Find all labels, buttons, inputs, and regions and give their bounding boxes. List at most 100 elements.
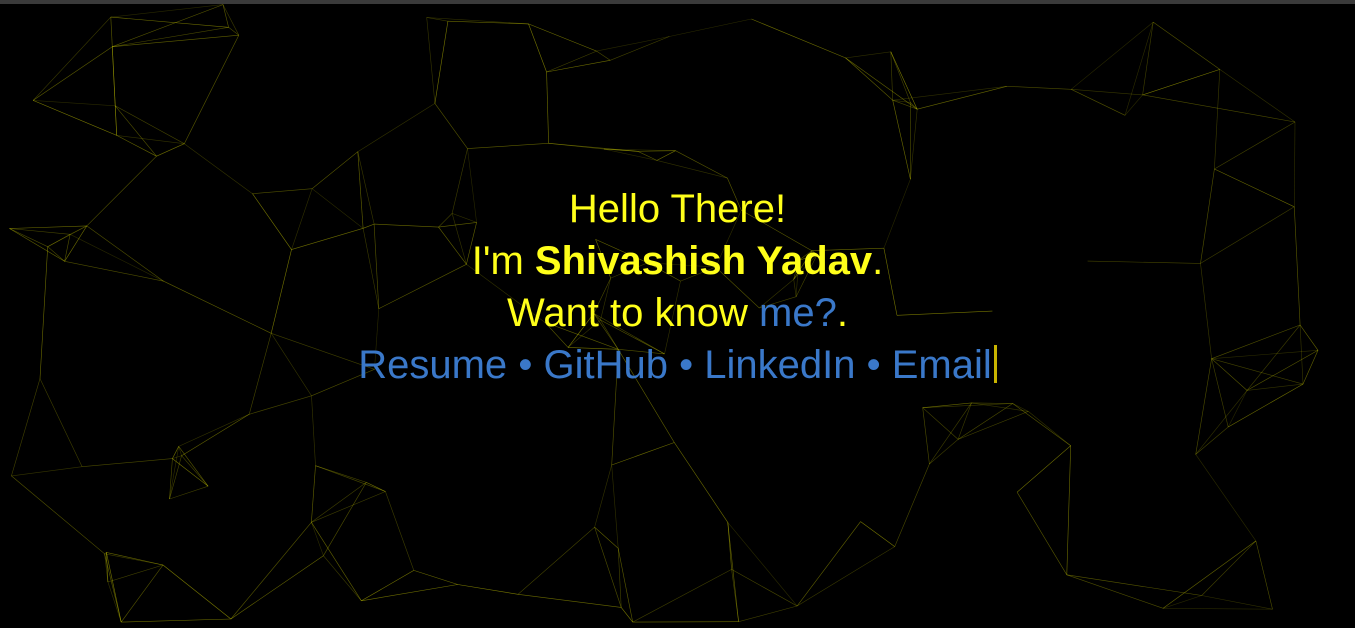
network-edge	[169, 485, 209, 500]
network-edge	[971, 402, 1013, 404]
network-edge	[957, 403, 1013, 440]
network-edge	[385, 491, 415, 571]
network-edge	[546, 50, 597, 73]
network-edge	[922, 407, 930, 465]
network-edge	[890, 51, 911, 103]
network-edge	[116, 135, 157, 157]
network-edge	[1012, 403, 1071, 446]
network-edge	[922, 402, 972, 408]
network-edge	[548, 143, 638, 152]
network-edge	[957, 411, 1029, 440]
network-edge	[413, 570, 458, 585]
network-edge	[1071, 21, 1154, 90]
linkedin-link[interactable]: LinkedIn	[704, 343, 855, 387]
network-edge	[1163, 595, 1202, 609]
network-edge	[656, 160, 728, 179]
resume-link[interactable]: Resume	[358, 343, 507, 387]
network-edge	[11, 378, 41, 476]
question-line: Want to know me?.	[0, 287, 1355, 339]
network-edge	[1201, 540, 1257, 596]
network-edge	[1214, 69, 1221, 170]
question-prefix: Want to know	[507, 291, 759, 335]
network-edge	[222, 4, 240, 36]
network-edge	[1255, 540, 1273, 610]
network-edge	[1153, 21, 1220, 70]
network-edge	[845, 57, 893, 101]
network-edge	[957, 402, 972, 440]
network-edge	[457, 584, 519, 595]
network-edge	[517, 526, 595, 595]
network-edge	[181, 414, 250, 456]
network-edge	[1142, 94, 1296, 123]
network-edge	[32, 100, 117, 136]
network-edge	[890, 51, 893, 101]
network-edge	[751, 18, 846, 59]
name-text: Shivashish Yadav	[534, 239, 873, 283]
network-edge	[107, 564, 164, 583]
network-edge	[426, 17, 529, 25]
network-edge	[922, 407, 959, 440]
network-edge	[1195, 426, 1229, 455]
network-edge	[1201, 595, 1273, 610]
network-edge	[610, 36, 670, 61]
network-edge	[1066, 574, 1164, 609]
network-edge	[311, 491, 386, 523]
network-edge	[112, 34, 239, 47]
network-edge	[434, 21, 449, 104]
network-edge	[1124, 94, 1143, 116]
network-edge	[796, 546, 895, 607]
network-edge	[546, 60, 611, 73]
network-edge	[727, 522, 739, 622]
network-edge	[1162, 540, 1257, 609]
network-edge	[178, 446, 209, 487]
network-edge	[434, 103, 468, 149]
network-edge	[311, 395, 316, 466]
network-edge	[172, 458, 209, 487]
network-edge	[892, 100, 911, 180]
greeting-line: Hello There!	[0, 183, 1355, 235]
network-edge	[39, 378, 83, 467]
network-edge	[1163, 607, 1273, 610]
name-line: I'm Shivashish Yadav.	[0, 235, 1355, 287]
network-edge	[727, 522, 798, 607]
network-edge	[637, 151, 658, 161]
network-edge	[1071, 89, 1126, 116]
email-link[interactable]: Email	[892, 343, 992, 387]
network-edge	[315, 465, 386, 492]
typing-cursor	[993, 345, 997, 383]
network-edge	[738, 605, 798, 622]
network-edge	[594, 464, 612, 528]
github-link[interactable]: GitHub	[543, 343, 668, 387]
network-edge	[311, 522, 324, 556]
network-edge	[357, 103, 436, 152]
network-edge	[323, 555, 362, 601]
network-edge	[596, 36, 670, 52]
network-edge	[731, 569, 739, 622]
network-edge	[121, 618, 231, 623]
network-edge	[230, 555, 324, 620]
network-edge	[222, 4, 229, 28]
greeting-text: Hello There!	[568, 187, 787, 231]
network-edge	[1214, 121, 1296, 170]
network-edge	[1195, 454, 1257, 542]
network-edge	[1066, 445, 1071, 575]
network-edge	[230, 522, 312, 620]
network-edge	[731, 569, 798, 607]
network-edge	[1066, 574, 1202, 596]
network-edge	[184, 35, 240, 144]
network-edge	[228, 27, 239, 36]
network-edge	[845, 57, 918, 110]
network-edge	[675, 150, 728, 179]
network-edge	[178, 446, 182, 456]
network-edge	[528, 23, 597, 52]
network-edge	[11, 475, 105, 555]
network-edge	[104, 553, 164, 566]
network-edge	[669, 18, 752, 37]
network-edge	[910, 109, 918, 180]
link-separator: •	[518, 343, 533, 387]
network-edge	[611, 464, 619, 549]
network-edge	[32, 46, 113, 101]
network-edge	[249, 395, 312, 415]
about-me-link[interactable]: me?	[759, 291, 837, 335]
question-suffix: .	[836, 291, 848, 335]
